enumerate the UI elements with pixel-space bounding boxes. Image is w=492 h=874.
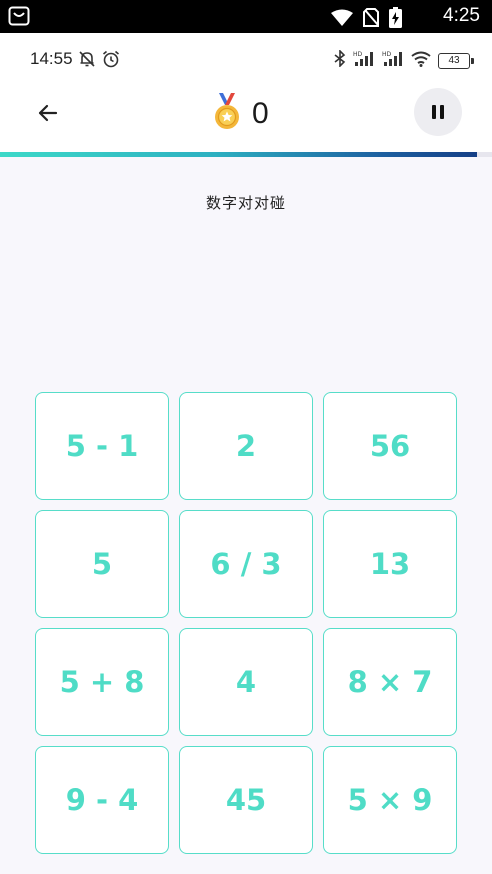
progress-bar	[0, 152, 492, 157]
bell-off-icon	[78, 50, 96, 73]
battery-level: 43	[438, 53, 474, 69]
svg-text:HD: HD	[353, 51, 363, 58]
game-title: 数字对对碰	[205, 194, 286, 212]
card-tile[interactable]: 13	[323, 510, 457, 618]
card-tile[interactable]: 5	[35, 510, 169, 618]
progress-fill	[0, 152, 478, 157]
back-button[interactable]	[30, 95, 66, 131]
pause-icon	[432, 105, 436, 119]
card-tile[interactable]: 5 × 9	[323, 746, 457, 854]
system-clock: 4:25	[443, 5, 480, 26]
medal-icon	[210, 93, 244, 135]
card-tile[interactable]: 9 - 4	[35, 746, 169, 854]
card-tile[interactable]: 45	[179, 746, 313, 854]
svg-text:HD: HD	[382, 51, 392, 58]
system-status-bar: 4:25	[0, 0, 492, 33]
no-sim-icon	[363, 8, 379, 31]
card-tile[interactable]: 6 / 3	[179, 510, 313, 618]
card-tile[interactable]: 8 × 7	[323, 628, 457, 736]
alarm-clock-icon	[102, 50, 120, 73]
shopping-bag-icon	[8, 6, 30, 30]
score-value: 0	[252, 97, 269, 130]
wifi-icon	[411, 51, 431, 72]
app-header: 0	[0, 83, 492, 153]
card-tile[interactable]: 2	[179, 392, 313, 500]
card-tile[interactable]: 56	[323, 392, 457, 500]
wifi-icon	[331, 9, 353, 31]
bluetooth-icon	[334, 49, 346, 72]
signal-hd-icon: HD	[382, 50, 404, 72]
card-tile[interactable]: 4	[179, 628, 313, 736]
phone-status-bar: 14:55 HD HD 43	[0, 33, 492, 83]
battery-charging-icon	[389, 7, 402, 32]
status-time: 14:55	[30, 49, 73, 68]
arrow-left-icon	[38, 104, 58, 122]
card-tile[interactable]: 5 + 8	[35, 628, 169, 736]
tile-grid: 5 - 1 2 56 5 6 / 3 13 5 + 8 4 8 × 7 9 - …	[35, 392, 457, 854]
card-tile[interactable]: 5 - 1	[35, 392, 169, 500]
pause-button[interactable]	[414, 88, 462, 136]
signal-hd-icon: HD	[353, 50, 375, 72]
